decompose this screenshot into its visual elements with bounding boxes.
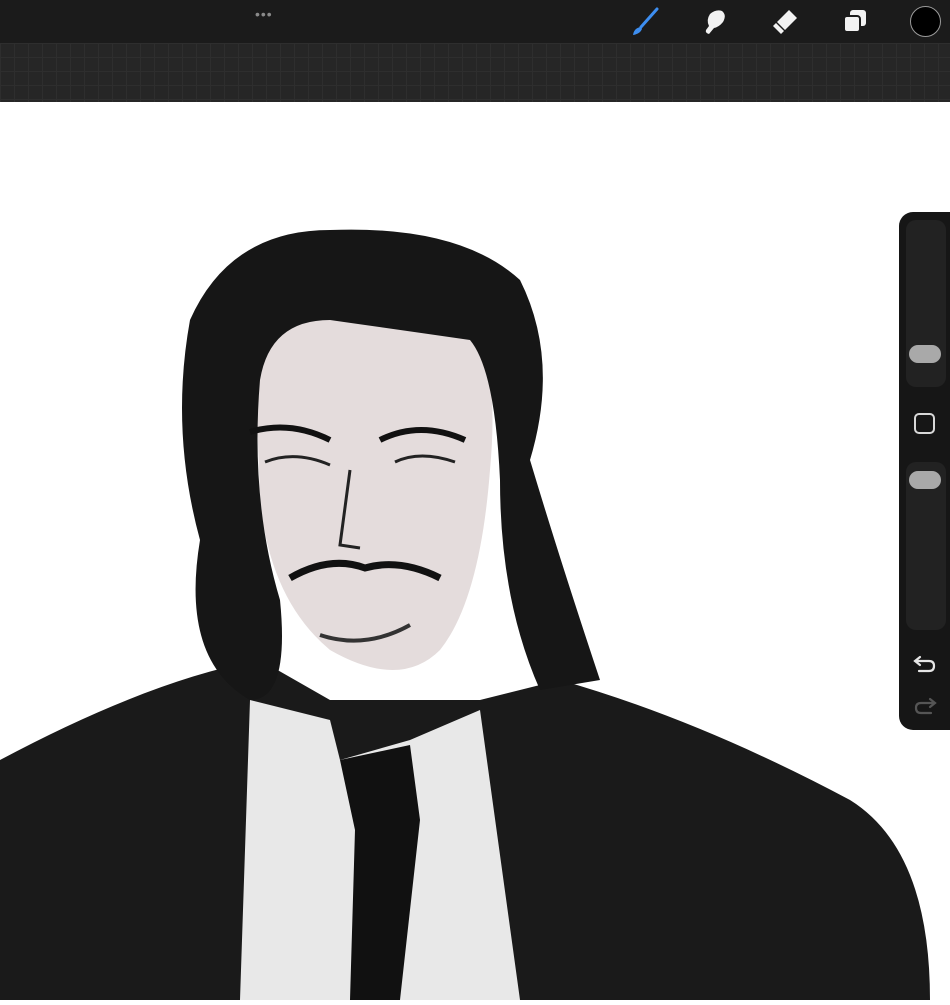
color-swatch[interactable] [910,6,941,37]
smudge-icon[interactable] [700,6,730,36]
layers-icon[interactable] [840,6,870,36]
artwork-sketch [0,229,930,1000]
more-icon[interactable]: ••• [255,6,273,22]
brush-icon[interactable] [630,6,660,36]
redo-icon[interactable] [912,694,938,716]
eraser-icon[interactable] [770,6,800,36]
canvas-background-grid [0,43,950,102]
brush-size-thumb[interactable] [909,345,941,364]
modify-button[interactable] [914,413,935,434]
drawing-canvas[interactable] [0,102,950,1000]
opacity-thumb[interactable] [909,471,941,489]
undo-icon[interactable] [912,652,938,674]
top-toolbar: ••• [0,0,950,43]
